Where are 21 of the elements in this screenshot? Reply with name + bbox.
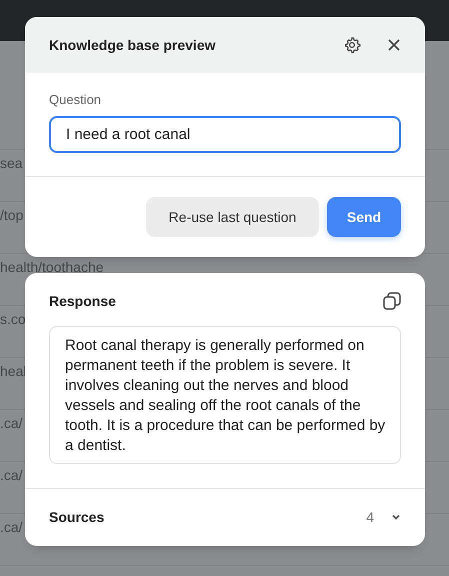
send-button[interactable]: Send [327,197,401,237]
sources-row[interactable]: Sources 4 [25,489,425,545]
sources-label: Sources [49,509,106,525]
question-field[interactable]: I need a root canal [49,116,401,153]
close-icon[interactable] [387,38,401,52]
row-text: health/toothache [0,260,104,274]
response-text: Root canal therapy is generally performed on permanent teeth if the problem is severe. It involves cleaning out the nerves and blood vessels and sealing off the root canals of the tooth. It is a procedure that can be performed by a dentist. [49,326,401,464]
field-label: Question [49,92,102,107]
row-text: .ca/ [0,520,23,534]
dialog-title: Knowledge base preview [49,37,216,53]
row-text: .ca/ [0,468,23,482]
settings-icon[interactable] [343,36,361,54]
row-text: /top [0,208,24,222]
panel-title: Response [49,293,117,309]
row-text: .ca/ [0,416,23,430]
reuse-button[interactable]: Re-use last question [146,197,319,237]
copy-icon[interactable] [383,292,401,310]
chevron-icon[interactable] [391,513,401,521]
sources-count: 4 [366,509,374,525]
row-text: sea [0,156,23,170]
row-text: s.co [0,312,26,326]
